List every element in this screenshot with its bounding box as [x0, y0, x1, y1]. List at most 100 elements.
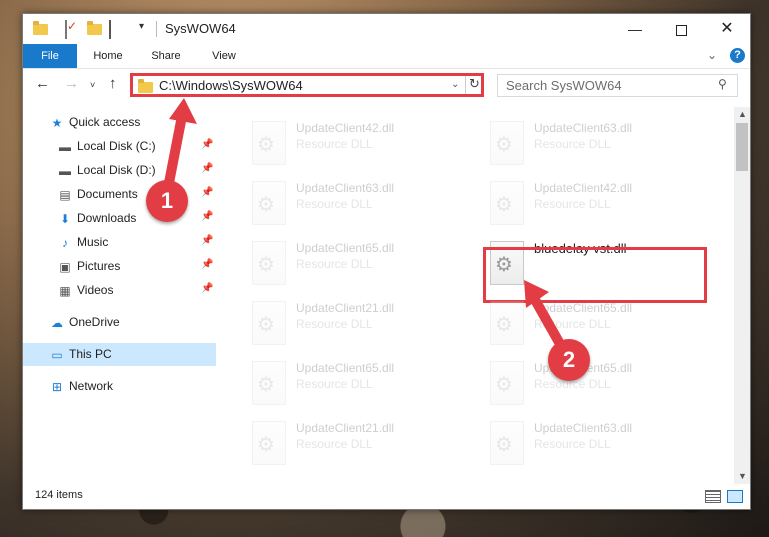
file-explorer-window: ▾ SysWOW64 — ✕ File Home Share View ⌄ ? …	[22, 13, 751, 510]
view-mode-icon[interactable]	[109, 20, 129, 39]
sidebar-item-label: Network	[69, 379, 114, 393]
minimize-button[interactable]: —	[612, 14, 658, 44]
back-button[interactable]: ←	[35, 75, 50, 92]
search-icon[interactable]: ⚲	[718, 77, 727, 91]
file-type: Resource DLL	[296, 437, 373, 451]
close-button[interactable]: ✕	[704, 14, 750, 44]
dll-file-icon	[252, 301, 286, 345]
large-icons-view-icon[interactable]	[727, 490, 743, 503]
recent-locations-chevron-icon[interactable]: ˅	[90, 80, 95, 90]
file-item[interactable]: UpdateClient63.dll Resource DLL	[246, 175, 482, 231]
search-placeholder: Search SysWOW64	[506, 78, 622, 93]
drive-icon: ▬	[59, 140, 71, 154]
file-name: UpdateClient65.dll	[296, 241, 395, 255]
documents-icon: ▤	[59, 188, 71, 202]
sidebar-item-network[interactable]: ⊞ Network	[23, 375, 216, 398]
file-type: Resource DLL	[296, 377, 373, 391]
address-dropdown-chevron-icon[interactable]: ⌄	[451, 79, 459, 90]
folder-icon[interactable]	[33, 21, 49, 37]
file-type: Resource DLL	[534, 197, 611, 211]
drive-icon: ▬	[59, 164, 71, 178]
address-bar[interactable]: C:\Windows\SysWOW64 ⌄ ↻	[130, 73, 484, 97]
file-name: UpdateClient21.dll	[296, 421, 395, 435]
file-name: UpdateClient65.dll	[534, 301, 633, 315]
file-item[interactable]: UpdateClient63.dll Resource DLL	[484, 115, 720, 171]
computer-icon: ▭	[51, 348, 63, 362]
file-item[interactable]: UpdateClient65.dll Resource DLL	[484, 355, 720, 411]
help-icon[interactable]: ?	[730, 48, 745, 63]
dll-file-icon	[252, 361, 286, 405]
customize-toolbar-chevron-icon[interactable]: ▾	[139, 21, 144, 37]
file-item[interactable]: UpdateClient42.dll Resource DLL	[484, 175, 720, 231]
tab-file[interactable]: File	[23, 44, 77, 68]
file-item[interactable]: UpdateClient63.dll Resource DLL	[484, 415, 720, 471]
file-name: UpdateClient65.dll	[296, 361, 395, 375]
star-icon: ★	[51, 116, 63, 130]
new-folder-icon[interactable]	[87, 21, 103, 37]
item-count: 124 items	[35, 489, 83, 501]
refresh-icon[interactable]: ↻	[469, 76, 480, 92]
sidebar-item-label: Documents	[77, 187, 138, 201]
address-path[interactable]: C:\Windows\SysWOW64	[159, 78, 303, 93]
sidebar-item-label: Music	[77, 235, 109, 249]
file-type: Resource DLL	[296, 257, 373, 271]
pin-icon: 📌	[201, 283, 214, 294]
sidebar-item-label: This PC	[69, 347, 112, 361]
sidebar-item-label: Local Disk (D:)	[77, 163, 156, 177]
tab-view[interactable]: View	[196, 44, 252, 68]
file-item[interactable]: UpdateClient65.dll Resource DLL	[246, 355, 482, 411]
scroll-thumb[interactable]	[736, 123, 748, 171]
sidebar-item-label: Local Disk (C:)	[77, 139, 156, 153]
file-name: UpdateClient63.dll	[296, 181, 395, 195]
search-input[interactable]: Search SysWOW64 ⚲	[497, 74, 738, 97]
music-icon: ♪	[62, 236, 68, 250]
tab-share[interactable]: Share	[138, 44, 194, 68]
details-view-icon[interactable]	[705, 490, 721, 503]
sidebar-item-local-disk-c[interactable]: ▬ Local Disk (C:) 📌	[23, 135, 216, 158]
sidebar-item-label: OneDrive	[69, 315, 120, 329]
sidebar-item-this-pc[interactable]: ▭ This PC	[23, 343, 216, 366]
step-2-badge: 2	[548, 339, 590, 381]
pin-icon: 📌	[201, 259, 214, 270]
sidebar-item-videos[interactable]: ▦ Videos 📌	[23, 279, 216, 302]
file-item[interactable]: UpdateClient65.dll Resource DLL	[246, 235, 482, 291]
scroll-down-arrow-icon[interactable]: ▼	[738, 471, 747, 481]
file-item[interactable]: UpdateClient21.dll Resource DLL	[246, 295, 482, 351]
navigation-bar: ← → ˅ ↑ C:\Windows\SysWOW64 ⌄ ↻ Search S…	[23, 69, 750, 103]
file-type: Resource DLL	[296, 137, 373, 151]
sidebar-item-onedrive[interactable]: ☁ OneDrive	[23, 311, 216, 334]
dll-file-icon	[252, 241, 286, 285]
maximize-button[interactable]	[658, 14, 704, 44]
file-item[interactable]: UpdateClient65.dll Resource DLL	[484, 295, 720, 351]
properties-icon[interactable]	[65, 20, 79, 39]
up-button[interactable]: ↑	[109, 75, 117, 92]
videos-icon: ▦	[59, 284, 71, 298]
file-item[interactable]: UpdateClient21.dll Resource DLL	[246, 415, 482, 471]
dll-file-icon	[490, 361, 524, 405]
sidebar-item-music[interactable]: ♪ Music 📌	[23, 231, 216, 254]
dll-file-icon	[252, 121, 286, 165]
pin-icon: 📌	[201, 187, 214, 198]
title-bar: ▾ SysWOW64 — ✕	[23, 14, 750, 44]
vertical-scrollbar[interactable]: ▲ ▼	[734, 107, 750, 484]
sidebar-item-label: Downloads	[77, 211, 137, 225]
sidebar-item-quick-access[interactable]: ★ Quick access	[23, 111, 216, 134]
sidebar-item-pictures[interactable]: ▣ Pictures 📌	[23, 255, 216, 278]
sidebar-item-label: Pictures	[77, 259, 121, 273]
file-name: UpdateClient63.dll	[534, 421, 633, 435]
tab-home[interactable]: Home	[80, 44, 136, 68]
file-name: UpdateClient42.dll	[296, 121, 395, 135]
file-item[interactable]: UpdateClient42.dll Resource DLL	[246, 115, 482, 171]
scroll-up-arrow-icon[interactable]: ▲	[738, 109, 747, 119]
file-name: UpdateClient21.dll	[296, 301, 395, 315]
sidebar-item-local-disk-d[interactable]: ▬ Local Disk (D:) 📌	[23, 159, 216, 182]
file-type: Resource DLL	[534, 317, 611, 331]
title-separator	[156, 21, 157, 37]
maximize-icon	[675, 24, 687, 36]
pin-icon: 📌	[201, 163, 214, 174]
sidebar-item-downloads[interactable]: ⬇ Downloads 📌	[23, 207, 216, 230]
ribbon-tabs: File Home Share View ⌄ ?	[23, 44, 750, 69]
cloud-icon: ☁	[51, 316, 63, 330]
forward-button[interactable]: →	[64, 75, 79, 92]
expand-ribbon-chevron-icon[interactable]: ⌄	[707, 48, 717, 62]
